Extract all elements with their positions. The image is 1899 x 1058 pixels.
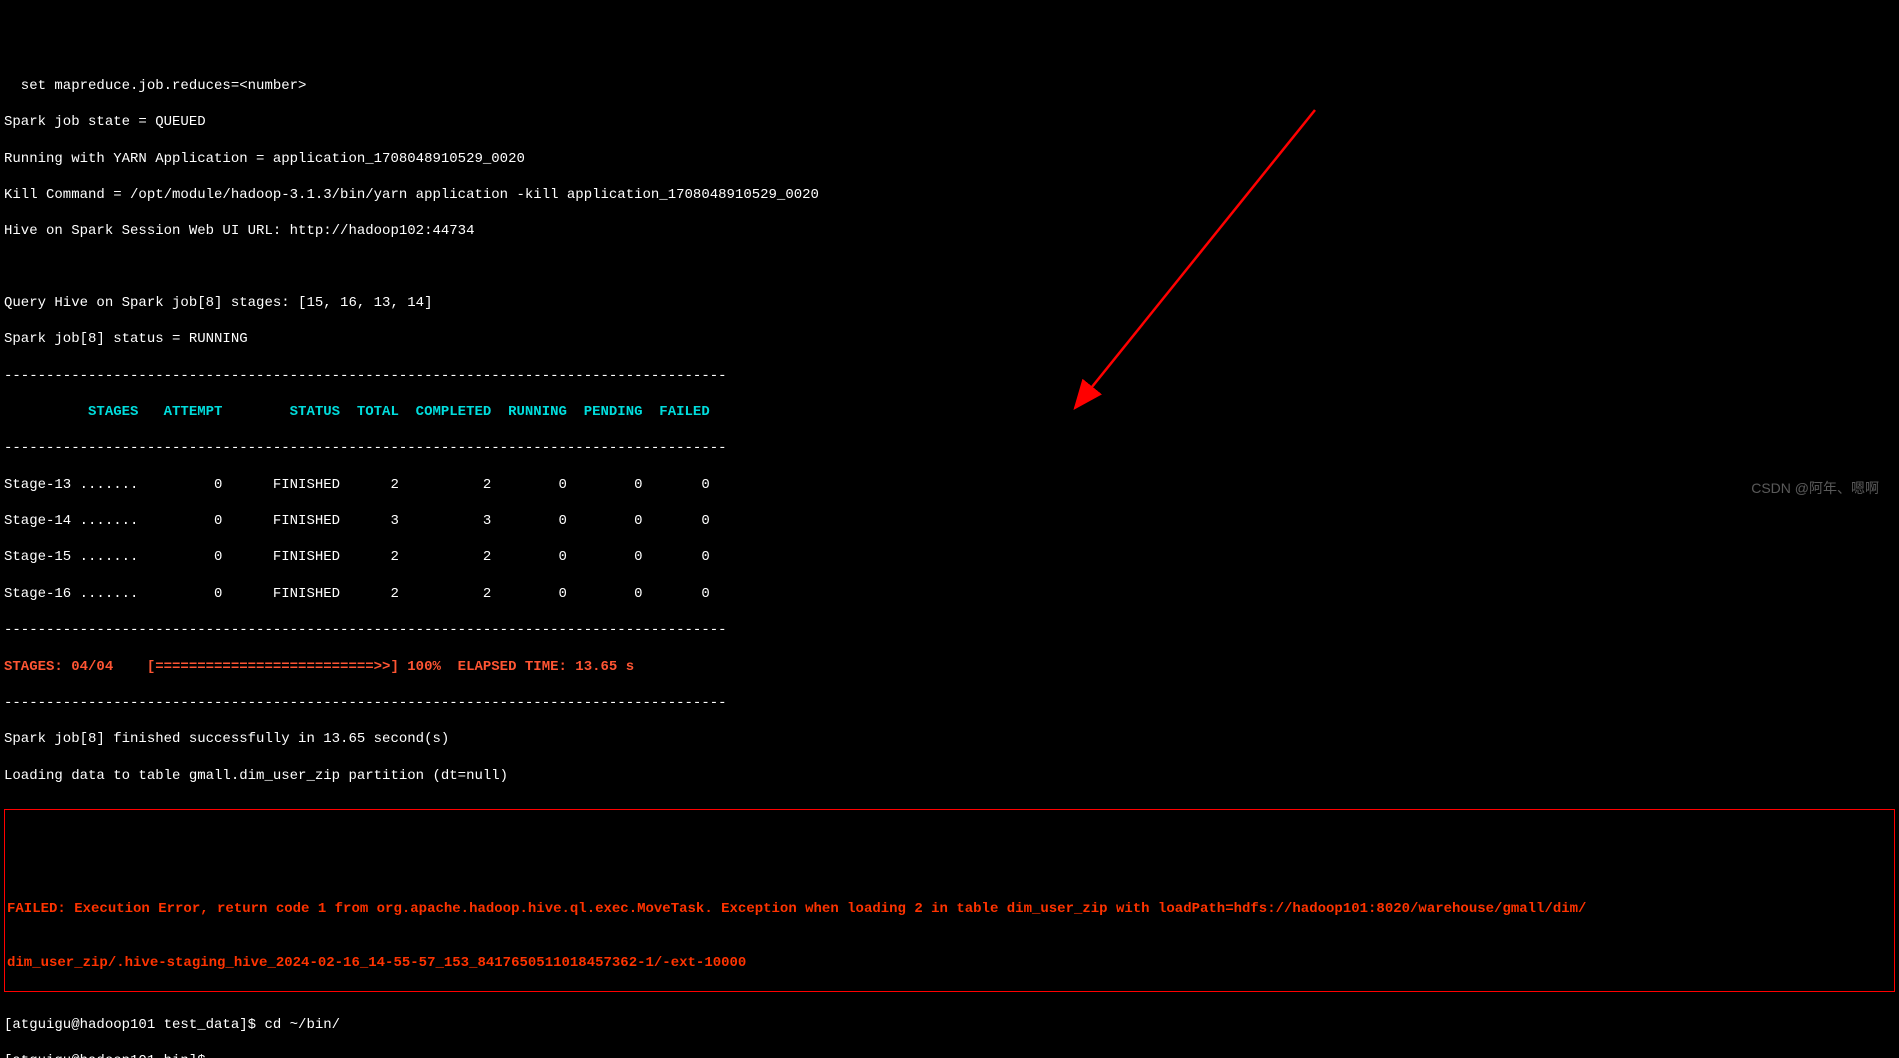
table-header: STAGES ATTEMPT STATUS TOTAL COMPLETED RU… [4,403,1895,421]
preamble-line-3: Running with YARN Application = applicat… [4,150,1895,168]
table-end-border: ----------------------------------------… [4,694,1895,712]
preamble-line-6: Query Hive on Spark job[8] stages: [15, … [4,294,1895,312]
command-text: cd ~/bin/ [264,1017,340,1033]
table-top-border: ----------------------------------------… [4,367,1895,385]
preamble-line-1: set mapreduce.job.reduces=<number> [4,77,1895,95]
table-row: Stage-16 ....... 0 FINISHED 2 2 0 0 0 [4,585,1895,603]
table-mid-border: ----------------------------------------… [4,439,1895,457]
blank-line [4,259,1895,276]
preamble-line-7: Spark job[8] status = RUNNING [4,330,1895,348]
error-line-2: dim_user_zip/.hive-staging_hive_2024-02-… [7,954,1892,972]
preamble-line-5: Hive on Spark Session Web UI URL: http:/… [4,222,1895,240]
preamble-line-2: Spark job state = QUEUED [4,113,1895,131]
post-line-1: Spark job[8] finished successfully in 13… [4,730,1895,748]
shell-prompt-next[interactable]: [atguigu@hadoop101 bin]$ [4,1052,1895,1058]
stages-progress: STAGES: 04/04 [=========================… [4,658,1895,676]
shell-prompt-line[interactable]: [atguigu@hadoop101 test_data]$ cd ~/bin/ [4,1016,1895,1034]
prompt-userhost: [atguigu@hadoop101 test_data]$ [4,1017,264,1033]
error-line-1: FAILED: Execution Error, return code 1 f… [7,900,1892,918]
error-box: FAILED: Execution Error, return code 1 f… [4,809,1895,992]
table-row: Stage-13 ....... 0 FINISHED 2 2 0 0 0 [4,476,1895,494]
blank-line [7,846,1892,863]
table-row: Stage-15 ....... 0 FINISHED 2 2 0 0 0 [4,548,1895,566]
table-bottom-border: ----------------------------------------… [4,621,1895,639]
preamble-line-4: Kill Command = /opt/module/hadoop-3.1.3/… [4,186,1895,204]
table-row: Stage-14 ....... 0 FINISHED 3 3 0 0 0 [4,512,1895,530]
post-line-2: Loading data to table gmall.dim_user_zip… [4,767,1895,785]
